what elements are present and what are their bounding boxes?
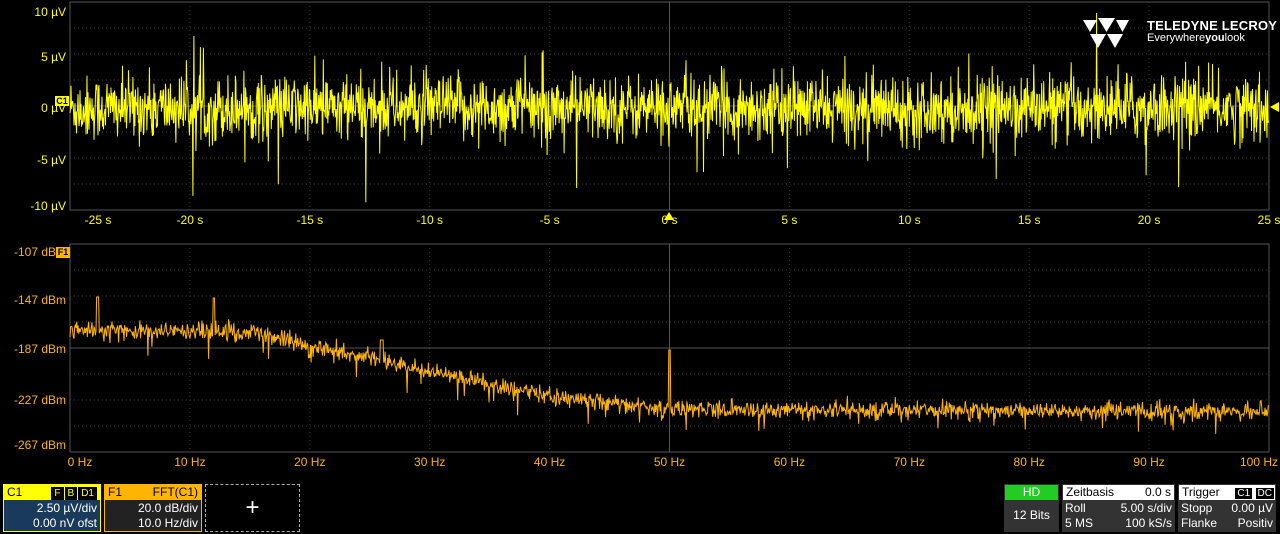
c1-offset: 0.00 nV ofst xyxy=(32,516,97,530)
hd-resolution-box[interactable]: HD 12 Bits xyxy=(1004,484,1059,532)
f1-vertical-scale: 20.0 dB/div xyxy=(137,501,198,515)
bit-resolution: 12 Bits xyxy=(1013,508,1050,522)
c1-x-tick-label: 10 s xyxy=(898,213,921,227)
c1-x-tick-label: 20 s xyxy=(1138,213,1161,227)
c1-tag-d1: D1 xyxy=(78,487,97,500)
c1-x-tick-label: -25 s xyxy=(85,213,112,227)
timebase-samples: 5 MS xyxy=(1065,516,1094,530)
trigger-type: Flanke xyxy=(1181,516,1218,530)
f1-horizontal-scale: 10.0 Hz/div xyxy=(137,516,198,530)
timebase-rate: 100 kS/s xyxy=(1125,516,1172,530)
c1-label: C1 xyxy=(7,485,23,499)
f1-fft-grid[interactable]: -107 dBm-147 dBm-187 dBm-227 dBm-267 dBm… xyxy=(0,232,1280,476)
f1-label: F1 xyxy=(108,485,123,499)
brand-tagline: Everywhereyoulook xyxy=(1147,32,1245,44)
trigger-slope: Positiv xyxy=(1237,516,1273,530)
c1-x-tick-label: 15 s xyxy=(1018,213,1041,227)
f1-x-tick-label: 80 Hz xyxy=(1014,455,1045,469)
trigger-position-icon[interactable] xyxy=(664,212,674,220)
c1-x-tick-label: -5 s xyxy=(540,213,560,227)
c1-y-tick-label: -10 µV xyxy=(30,199,66,213)
f1-y-tick-label: -147 dBm xyxy=(14,293,66,307)
c1-trace-marker[interactable]: C1 xyxy=(55,96,69,106)
f1-y-tick-label: -227 dBm xyxy=(14,393,66,407)
c1-x-tick-label: 25 s xyxy=(1258,213,1280,227)
f1-x-tick-label: 20 Hz xyxy=(294,455,325,469)
teledyne-logo-icon xyxy=(1083,18,1129,48)
f1-y-tick-label: -267 dBm xyxy=(14,438,66,452)
f1-x-tick-label: 40 Hz xyxy=(534,455,565,469)
f1-descriptor-box[interactable]: F1 FFT(C1) 20.0 dB/div 10.0 Hz/div xyxy=(104,484,202,532)
f1-x-tick-label: 70 Hz xyxy=(894,455,925,469)
c1-tag-b: B xyxy=(64,487,78,500)
timebase-delay: 0.0 s xyxy=(1144,485,1171,499)
f1-x-tick-label: 30 Hz xyxy=(414,455,445,469)
teledyne-lecroy-logo: TELEDYNE LECROY Everywhereyoulook xyxy=(1083,18,1277,48)
c1-y-tick-label: -5 µV xyxy=(37,153,66,167)
timebase-mode: Roll xyxy=(1065,501,1086,515)
f1-trace-marker[interactable]: F1 xyxy=(56,247,70,258)
add-trace-button[interactable]: + xyxy=(205,484,300,532)
f1-x-tick-label: 60 Hz xyxy=(774,455,805,469)
hd-badge: HD xyxy=(1005,485,1058,500)
trigger-state: Stopp xyxy=(1181,501,1213,515)
timebase-scale: 5.00 s/div xyxy=(1120,501,1172,515)
timebase-title: Zeitbasis xyxy=(1066,485,1115,499)
brand-name: TELEDYNE LECROY xyxy=(1147,18,1278,33)
f1-y-tick-label: -187 dBm xyxy=(14,342,66,356)
c1-vertical-scale: 2.50 µV/div xyxy=(36,501,97,515)
c1-y-tick-label: 10 µV xyxy=(34,5,66,19)
f1-x-tick-label: 10 Hz xyxy=(174,455,205,469)
trigger-source: C1 xyxy=(1235,488,1253,499)
c1-y-tick-label: 5 µV xyxy=(41,50,66,64)
f1-x-tick-label: 50 Hz xyxy=(654,455,685,469)
f1-x-tick-label: 90 Hz xyxy=(1133,455,1164,469)
c1-descriptor-box[interactable]: C1 F B D1 2.50 µV/div 0.00 nV ofst xyxy=(3,484,101,532)
c1-offset-arrow-icon[interactable] xyxy=(1270,102,1279,112)
trigger-level: 0.00 µV xyxy=(1231,501,1273,515)
c1-x-tick-label: 5 s xyxy=(781,213,797,227)
f1-x-tick-label: 0 Hz xyxy=(68,455,93,469)
trigger-title: Trigger xyxy=(1182,485,1220,499)
f1-x-tick-label: 100 Hz xyxy=(1240,455,1278,469)
c1-tag-f: F xyxy=(51,487,64,500)
trigger-coupling: DC xyxy=(1255,488,1274,499)
f1-function: FFT(C1) xyxy=(152,485,198,499)
timebase-box[interactable]: Zeitbasis 0.0 s Roll 5.00 s/div 5 MS 100… xyxy=(1062,484,1175,532)
plus-icon: + xyxy=(245,494,260,521)
trigger-box[interactable]: Trigger C1 DC Stopp 0.00 µV Flanke Posit… xyxy=(1178,484,1276,532)
c1-x-tick-label: -20 s xyxy=(177,213,204,227)
c1-x-tick-label: -10 s xyxy=(416,213,443,227)
c1-x-tick-label: -15 s xyxy=(296,213,323,227)
